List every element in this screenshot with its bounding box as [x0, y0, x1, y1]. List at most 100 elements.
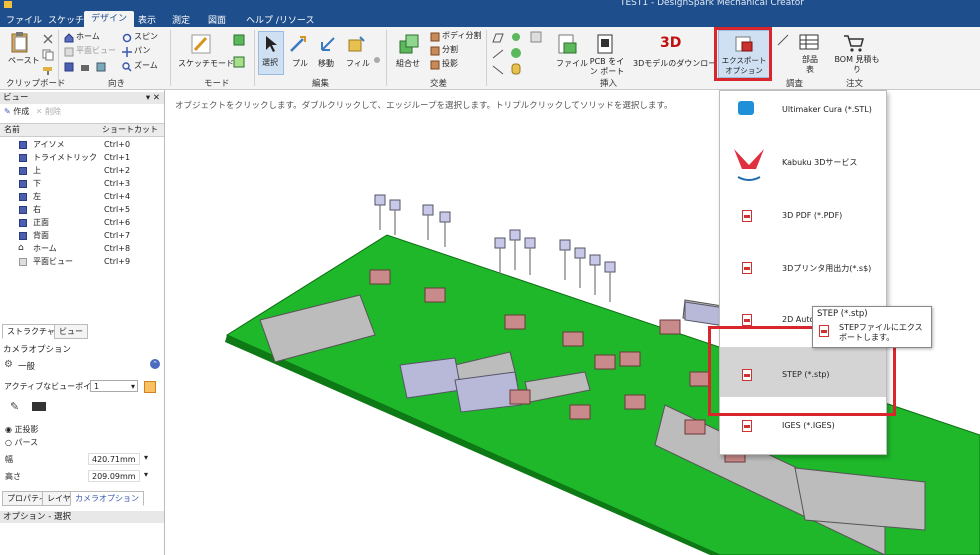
- tab-help[interactable]: ヘルプ /リソース: [246, 13, 314, 26]
- copy-icon[interactable]: [42, 49, 54, 61]
- format-painter-icon[interactable]: [42, 65, 54, 75]
- combine-label[interactable]: 組合せ: [396, 59, 420, 69]
- view-cube-icon: [19, 141, 27, 149]
- table-row[interactable]: トライメトリック Ctrl+1: [0, 151, 164, 164]
- fill-label[interactable]: フィル: [346, 59, 370, 69]
- move-icon[interactable]: [318, 34, 338, 54]
- camera-color-icon[interactable]: [144, 381, 156, 393]
- paste-label: ペースト: [8, 56, 40, 65]
- orthographic-radio[interactable]: ◉ 正投影: [5, 424, 39, 435]
- cursor-arrow-icon: [266, 36, 277, 52]
- plane-view-button[interactable]: 平面ビュー: [76, 46, 116, 56]
- gear-icon: ⚙: [4, 359, 13, 370]
- viewpoint-pencil-icon[interactable]: ✎: [10, 400, 19, 413]
- fill-icon[interactable]: [346, 34, 366, 54]
- collapse-icon[interactable]: ⌃: [150, 359, 160, 369]
- file-export-icon: [742, 314, 752, 326]
- spin-button[interactable]: スピン: [134, 32, 158, 42]
- home-button[interactable]: ホーム: [76, 32, 100, 42]
- section-mode-icon[interactable]: [232, 55, 246, 69]
- display-icon[interactable]: [96, 62, 106, 72]
- parts-table-label[interactable]: 部品 表: [798, 55, 822, 75]
- clipboard-icon: [11, 32, 28, 53]
- pcb-import-icon[interactable]: [596, 33, 614, 55]
- solid-mode-icon[interactable]: [232, 33, 246, 47]
- table-row[interactable]: 平面ビュー Ctrl+9: [0, 255, 164, 268]
- table-row[interactable]: アイソメ Ctrl+0: [0, 138, 164, 151]
- create-view-button[interactable]: 作成: [13, 107, 29, 116]
- video-camera-icon[interactable]: [32, 402, 46, 411]
- table-row[interactable]: 上 Ctrl+2: [0, 164, 164, 177]
- table-row[interactable]: 背面 Ctrl+7: [0, 229, 164, 242]
- zoom-button[interactable]: ズーム: [134, 61, 158, 71]
- move-label[interactable]: 移動: [318, 59, 334, 69]
- combine-icon[interactable]: [398, 33, 420, 55]
- bom-quote-label[interactable]: BOM 見積も り: [832, 55, 882, 75]
- home-icon: ⌂: [18, 243, 24, 253]
- edit-options-icon[interactable]: [372, 55, 382, 65]
- pull-icon[interactable]: [288, 34, 308, 54]
- select-button[interactable]: 選択: [258, 31, 284, 75]
- insert-file-label[interactable]: ファイル: [556, 59, 588, 69]
- tab-file[interactable]: ファイル: [6, 13, 42, 26]
- insert-file-icon[interactable]: [556, 33, 578, 55]
- sphere-icon[interactable]: [510, 47, 522, 59]
- pull-label[interactable]: プル: [292, 59, 308, 69]
- tab-measure[interactable]: 測定: [172, 13, 190, 26]
- tab-view[interactable]: 表示: [138, 13, 156, 26]
- cylinder-icon[interactable]: [510, 63, 522, 75]
- dimension-icon[interactable]: [776, 33, 790, 47]
- cura-icon: [738, 101, 754, 115]
- width-dropdown-icon[interactable]: ▾: [144, 453, 148, 462]
- 3d-download-label[interactable]: 3Dモデルのダウンロー: [633, 59, 716, 69]
- pcb-import-label[interactable]: PCB をイン ポート: [586, 57, 628, 77]
- split-body-icon: [430, 32, 440, 42]
- project-button[interactable]: 投影: [442, 59, 458, 69]
- delete-view-button[interactable]: 削除: [45, 107, 61, 116]
- table-row[interactable]: 左 Ctrl+4: [0, 190, 164, 203]
- step-tooltip: STEP (*.stp) STEPファイルにエクスポートします。: [812, 306, 932, 348]
- view-cube-icon[interactable]: [64, 62, 74, 72]
- camera-icon[interactable]: [80, 62, 90, 72]
- tab-drawing[interactable]: 図面: [208, 13, 226, 26]
- cut-icon[interactable]: [42, 33, 54, 45]
- view-cube-icon: [19, 154, 27, 162]
- export-kabuku-item[interactable]: Kabuku 3Dサービス: [720, 141, 886, 191]
- export-cura-item[interactable]: Ultimaker Cura (*.STL): [720, 91, 886, 141]
- origin-icon[interactable]: [510, 31, 522, 43]
- perspective-radio[interactable]: ○ パース: [5, 437, 38, 448]
- select-label: 選択: [262, 58, 278, 67]
- group-mode: モード: [204, 79, 230, 89]
- parts-table-icon[interactable]: [798, 33, 820, 51]
- export-3dpdf-item[interactable]: 3D PDF (*.PDF): [720, 191, 886, 241]
- height-field[interactable]: 209.09mm: [88, 470, 140, 482]
- tab-design[interactable]: デザイン: [84, 11, 135, 27]
- table-row[interactable]: 下 Ctrl+3: [0, 177, 164, 190]
- quick-access-icon[interactable]: [4, 1, 12, 8]
- options-select-header: オプション - 選択: [0, 511, 164, 523]
- tab-sketch[interactable]: スケッチ: [48, 13, 84, 26]
- pin-icon[interactable]: ▾ ✕: [146, 92, 160, 104]
- active-viewpoint-select[interactable]: 1 ▾: [90, 380, 138, 392]
- width-field[interactable]: 420.71mm: [88, 453, 140, 465]
- line-icon[interactable]: [492, 65, 504, 75]
- export-highlight-box: [714, 27, 772, 81]
- view-panel-title: ビュー: [3, 93, 29, 103]
- height-dropdown-icon[interactable]: ▾: [144, 470, 148, 479]
- pan-button[interactable]: パン: [134, 46, 150, 56]
- tab-views[interactable]: ビュー: [54, 324, 88, 339]
- table-row[interactable]: 正面 Ctrl+6: [0, 216, 164, 229]
- split-button[interactable]: 分割: [442, 45, 458, 55]
- axis-icon[interactable]: [492, 49, 504, 59]
- export-3dprint-item[interactable]: 3Dプリンタ用出力(*.s$): [720, 243, 886, 293]
- file-export-icon: [742, 262, 752, 274]
- tooltip-description: STEPファイルにエクスポートします。: [839, 323, 923, 342]
- table-row[interactable]: 右 Ctrl+5: [0, 203, 164, 216]
- orthographic-label: 正投影: [14, 425, 39, 434]
- tab-camera-options[interactable]: カメラオプション: [70, 491, 144, 506]
- cart-icon[interactable]: [842, 33, 866, 53]
- split-body-button[interactable]: ボディ分割: [442, 31, 481, 41]
- plane-icon[interactable]: [492, 33, 504, 43]
- image-icon[interactable]: [530, 31, 542, 43]
- table-row[interactable]: ⌂ ホーム Ctrl+8: [0, 242, 164, 255]
